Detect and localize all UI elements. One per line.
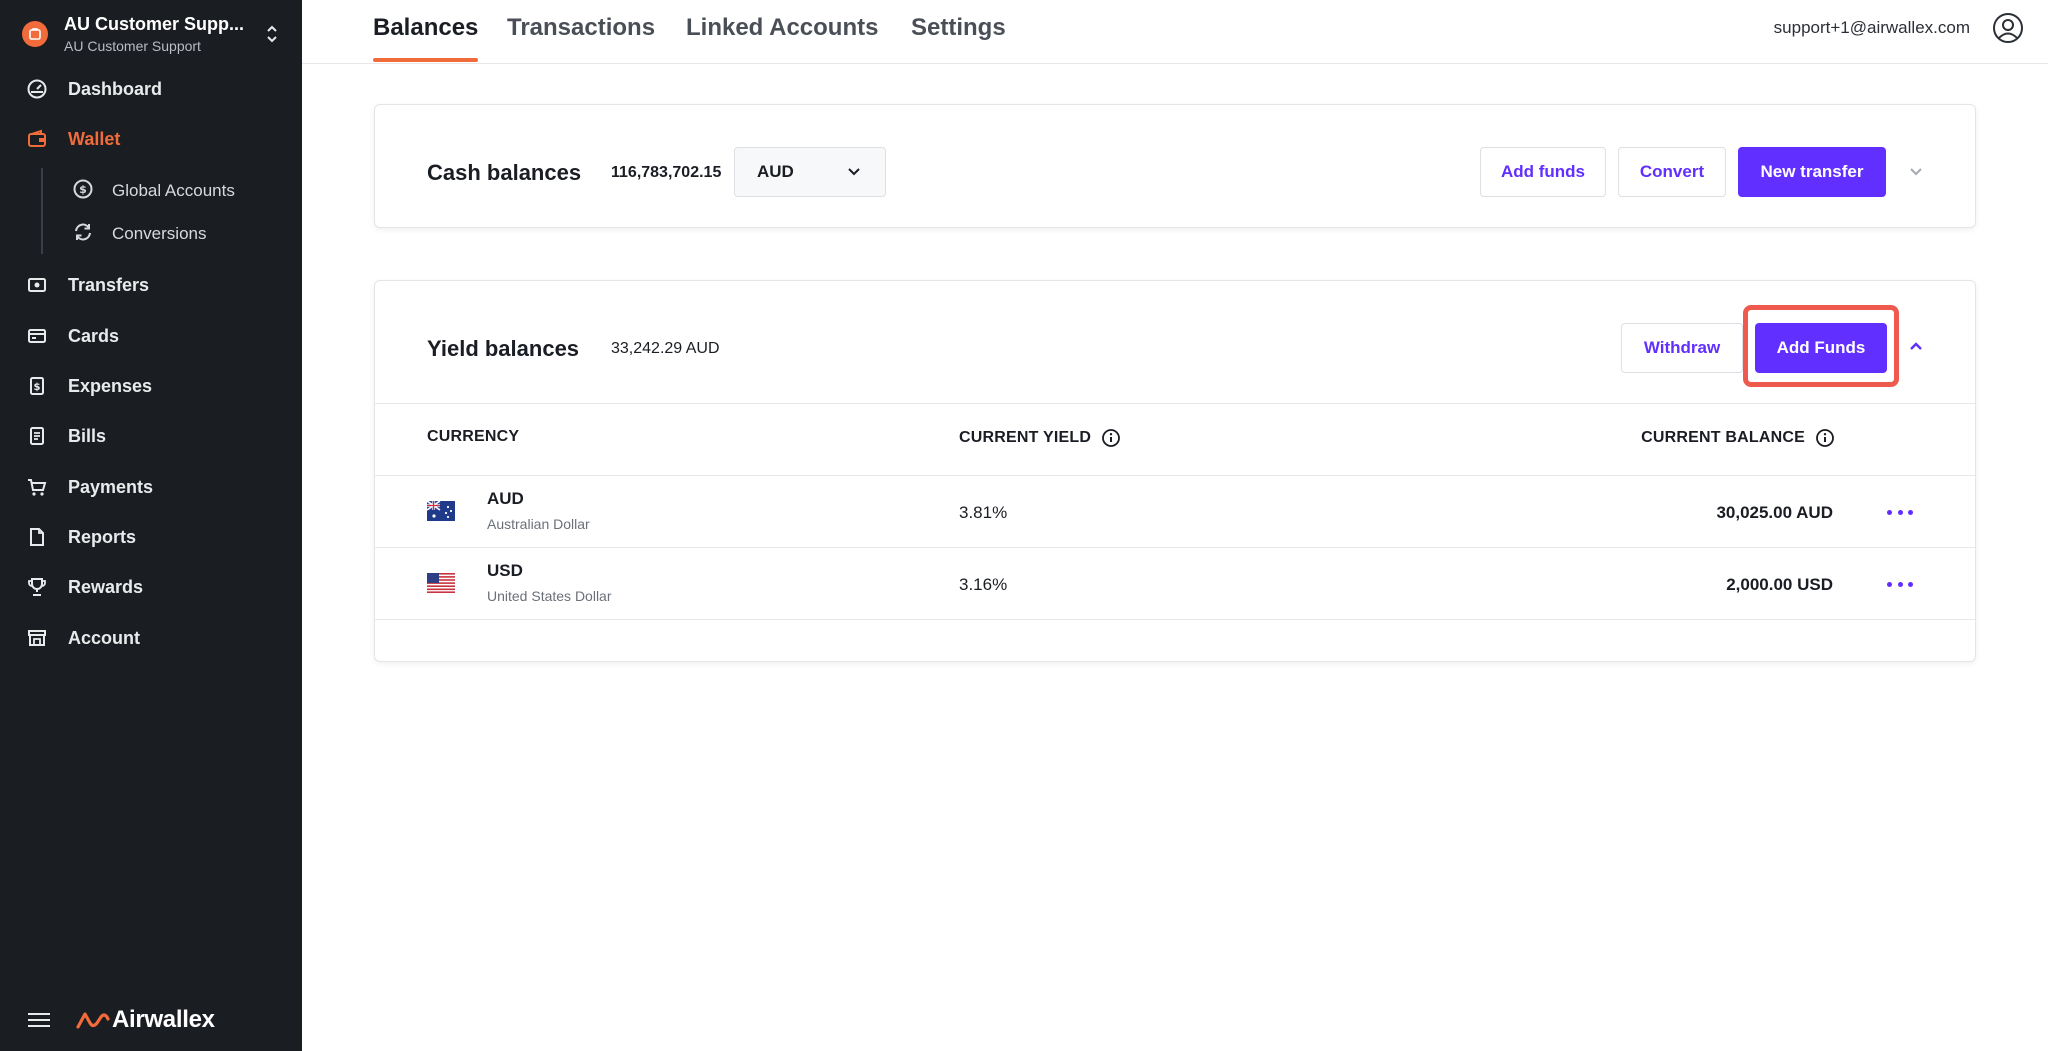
brand-name: Airwallex: [112, 1006, 215, 1033]
sidebar-item-label: Dashboard: [68, 78, 163, 99]
australia-flag-icon: [427, 501, 455, 521]
convert-button[interactable]: Convert: [1618, 147, 1726, 197]
yield-balances-amount: 33,242.29 AUD: [611, 340, 720, 357]
report-icon: [24, 524, 50, 550]
transfers-icon: [24, 272, 50, 298]
column-header-label: CURRENT YIELD: [959, 429, 1092, 446]
sidebar-item-label: Reports: [68, 526, 137, 547]
table-row[interactable]: AUD Australian Dollar 3.81% 30,025.00 AU…: [375, 476, 1975, 548]
currency-name: United States Dollar: [487, 588, 612, 604]
sidebar: AU Customer Supp... AU Customer Support …: [0, 0, 302, 1051]
sidebar-item-label: Cards: [68, 325, 120, 346]
sidebar-item-label: Bills: [68, 425, 107, 446]
sidebar-item-bills[interactable]: Bills: [24, 418, 284, 454]
sidebar-item-transfers[interactable]: Transfers: [24, 267, 284, 303]
more-options-icon[interactable]: [1887, 502, 1913, 522]
yield-balances-title: Yield balances: [427, 336, 580, 361]
add-funds-button[interactable]: Add funds: [1480, 147, 1606, 197]
info-icon[interactable]: [1815, 428, 1835, 448]
sidebar-subitem-global-accounts[interactable]: $ Global Accounts: [72, 174, 235, 208]
more-options-icon[interactable]: [1887, 574, 1913, 594]
sidebar-item-label: Wallet: [68, 128, 121, 149]
org-switcher[interactable]: AU Customer Supp... AU Customer Support: [22, 12, 282, 56]
sidebar-subitem-label: Global Accounts: [112, 181, 235, 200]
sidebar-item-wallet[interactable]: Wallet: [24, 121, 284, 157]
wallet-icon: [24, 126, 50, 152]
column-header-current-balance: CURRENT BALANCE: [1641, 428, 1835, 448]
airwallex-logo-icon: [76, 1012, 110, 1029]
sidebar-item-account[interactable]: Account: [24, 620, 284, 656]
column-header-label: CURRENT BALANCE: [1641, 429, 1805, 446]
brand-logo: Airwallex: [76, 1006, 215, 1034]
currency-name: Australian Dollar: [487, 516, 590, 532]
org-badge-icon: [22, 21, 48, 47]
dollar-circle-icon: $: [72, 178, 94, 205]
column-header-current-yield: CURRENT YIELD: [959, 428, 1121, 448]
withdraw-button[interactable]: Withdraw: [1621, 323, 1743, 373]
sidebar-item-reports[interactable]: Reports: [24, 519, 284, 555]
column-header-label: CURRENCY: [427, 428, 520, 445]
submenu-guide-line: [41, 168, 43, 254]
sidebar-item-label: Account: [68, 627, 140, 648]
new-transfer-button[interactable]: New transfer: [1738, 147, 1886, 197]
expenses-icon: $: [24, 373, 50, 399]
yield-balances-card: Yield balances 33,242.29 AUD Withdraw Ad…: [374, 280, 1976, 662]
sidebar-item-cards[interactable]: Cards: [24, 318, 284, 354]
chevron-down-icon: [848, 168, 860, 176]
tab-linked-accounts[interactable]: Linked Accounts: [686, 14, 878, 42]
trophy-icon: [24, 574, 50, 600]
chevron-up-icon[interactable]: [1905, 335, 1927, 357]
top-nav: Balances Transactions Linked Accounts Se…: [302, 0, 2048, 64]
current-yield-value: 3.16%: [959, 575, 1008, 594]
user-account-icon[interactable]: [1992, 12, 2024, 44]
tab-transactions[interactable]: Transactions: [507, 14, 655, 42]
store-icon: [24, 625, 50, 651]
current-balance-value: 30,025.00 AUD: [1716, 503, 1833, 522]
dashboard-icon: [24, 76, 50, 102]
active-tab-indicator: [373, 58, 478, 62]
currency-code: AUD: [487, 489, 524, 508]
card-icon: [24, 323, 50, 349]
sidebar-footer: Airwallex: [28, 1006, 215, 1034]
sidebar-subitem-conversions[interactable]: Conversions: [72, 217, 207, 251]
cash-balances-card: Cash balances 116,783,702.15 AUD Add fun…: [374, 104, 1976, 228]
tab-settings[interactable]: Settings: [911, 14, 1006, 42]
sidebar-item-payments[interactable]: Payments: [24, 469, 284, 505]
column-header-currency: CURRENCY: [427, 428, 519, 446]
svg-text:$: $: [79, 183, 87, 196]
bills-icon: [24, 423, 50, 449]
currency-select[interactable]: AUD: [734, 147, 886, 197]
cash-balances-title: Cash balances: [427, 160, 582, 185]
currency-code: USD: [487, 561, 523, 580]
org-name: AU Customer Supp...: [64, 14, 245, 34]
org-subtitle: AU Customer Support: [64, 38, 201, 54]
sidebar-subitem-label: Conversions: [112, 224, 207, 243]
divider: [375, 403, 1975, 404]
sidebar-item-expenses[interactable]: $ Expenses: [24, 368, 284, 404]
usa-flag-icon: [427, 573, 455, 593]
chevron-down-icon[interactable]: [1905, 161, 1927, 183]
sidebar-item-dashboard[interactable]: Dashboard: [24, 71, 284, 107]
user-email: support+1@airwallex.com: [1773, 18, 1970, 37]
sidebar-item-label: Payments: [68, 476, 154, 497]
svg-text:$: $: [34, 382, 41, 393]
table-row[interactable]: USD United States Dollar 3.16% 2,000.00 …: [375, 548, 1975, 620]
yield-add-funds-button[interactable]: Add Funds: [1755, 323, 1887, 373]
cart-icon: [24, 474, 50, 500]
menu-icon[interactable]: [28, 1009, 50, 1031]
refresh-icon: [72, 221, 94, 248]
current-yield-value: 3.81%: [959, 503, 1008, 522]
cash-balances-amount: 116,783,702.15: [611, 164, 722, 181]
current-balance-value: 2,000.00 USD: [1726, 575, 1833, 594]
sidebar-item-label: Rewards: [68, 576, 144, 597]
currency-select-value: AUD: [757, 162, 794, 181]
sidebar-item-rewards[interactable]: Rewards: [24, 569, 284, 605]
chevron-up-down-icon[interactable]: [262, 21, 282, 47]
tab-balances[interactable]: Balances: [373, 14, 478, 42]
sidebar-item-label: Expenses: [68, 375, 153, 396]
info-icon[interactable]: [1101, 428, 1121, 448]
divider: [375, 619, 1975, 620]
sidebar-item-label: Transfers: [68, 274, 150, 295]
